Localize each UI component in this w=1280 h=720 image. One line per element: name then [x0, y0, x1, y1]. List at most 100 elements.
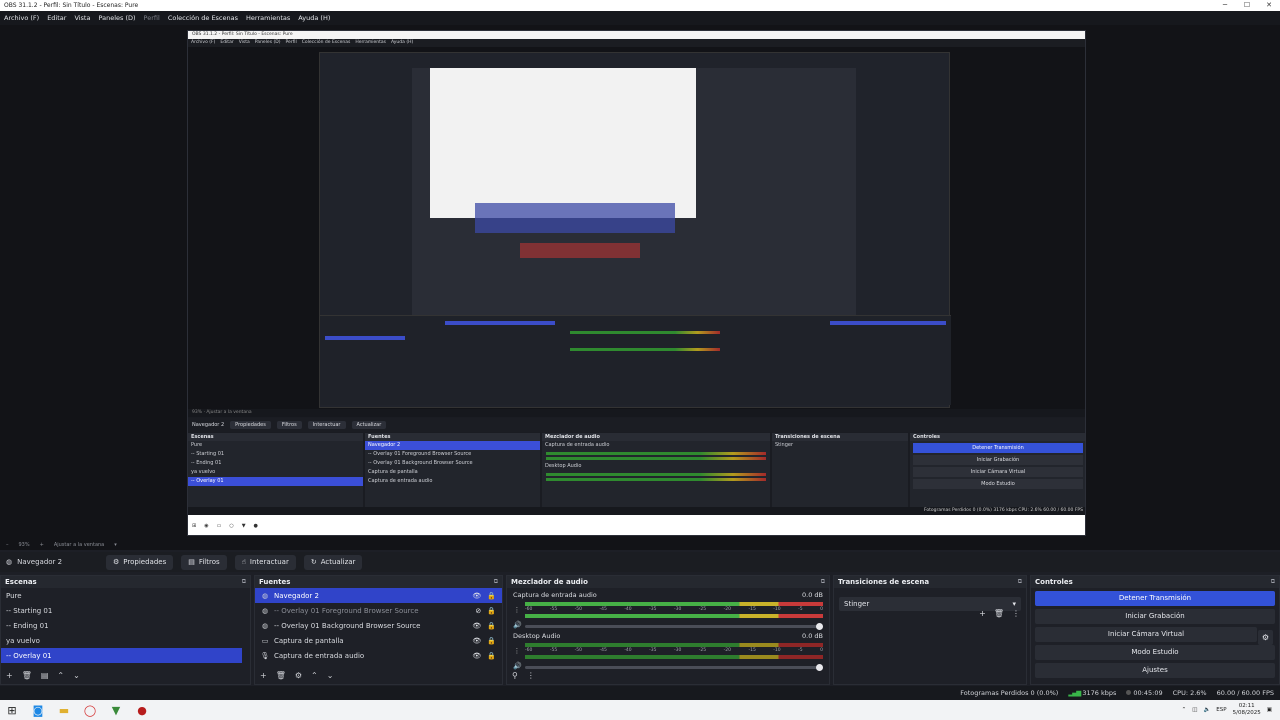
arrow-down-icon[interactable]: ⌄: [73, 671, 80, 680]
nested-toolbar: Navegador 2 Propiedades Filtros Interact…: [188, 418, 1085, 432]
eye-icon[interactable]: 👁: [472, 622, 481, 630]
link-icon[interactable]: ⚲: [512, 671, 518, 680]
scene-item[interactable]: Pure: [1, 588, 250, 603]
speaker-icon[interactable]: 🔈: [1203, 707, 1210, 713]
lock-icon[interactable]: 🔒: [487, 592, 496, 600]
source-item-selected[interactable]: ◍ Navegador 2 👁 🔒: [255, 588, 502, 603]
properties-button[interactable]: ⚙ Propiedades: [106, 554, 174, 570]
kebab-menu-icon[interactable]: ⋮: [1012, 609, 1020, 618]
chevron-up-icon[interactable]: ⌃: [1182, 707, 1187, 713]
nested-btn: Interactuar: [307, 421, 346, 429]
scene-item[interactable]: ya vuelvo: [1, 633, 250, 648]
volume-slider[interactable]: [525, 664, 823, 671]
recursion-docks: [320, 315, 951, 405]
zoom-value[interactable]: 93%: [19, 542, 30, 548]
studio-mode-button[interactable]: Modo Estudio: [1035, 645, 1275, 660]
zoom-fit-label[interactable]: Ajustar a la ventana: [54, 542, 104, 548]
mixer-footer: ⚲ ⋮: [507, 668, 535, 682]
filters-button[interactable]: ▤ Filtros: [181, 554, 227, 570]
scene-item[interactable]: -- Starting 01: [1, 603, 250, 618]
popout-icon[interactable]: ⧉: [494, 578, 498, 586]
source-item[interactable]: ▭ Captura de pantalla 👁 🔒: [255, 633, 502, 648]
menu-archivo[interactable]: Archivo (F): [4, 14, 39, 22]
trash-icon[interactable]: 🗑: [994, 609, 1004, 618]
zoom-dropdown-icon[interactable]: ▾: [114, 542, 117, 548]
add-icon[interactable]: +: [260, 671, 267, 680]
menu-coleccion-escenas[interactable]: Colección de Escenas: [168, 14, 238, 22]
source-item[interactable]: ◍ -- Overlay 01 Foreground Browser Sourc…: [255, 603, 502, 618]
scenes-dock: Escenas ⧉ Pure -- Starting 01 -- Ending 0…: [0, 575, 251, 685]
menu-perfil[interactable]: Perfil: [144, 14, 160, 22]
eye-icon[interactable]: 👁: [472, 652, 481, 660]
trash-icon[interactable]: 🗑: [22, 671, 32, 680]
zoom-plus[interactable]: +: [40, 542, 44, 548]
maximize-button[interactable]: ☐: [1236, 0, 1258, 11]
nvidia-icon[interactable]: ▼: [109, 703, 123, 717]
globe-icon: ◍: [6, 558, 13, 566]
refresh-icon: ↻: [310, 558, 317, 566]
source-label: -- Overlay 01 Background Browser Source: [274, 621, 421, 630]
eye-icon[interactable]: 👁: [472, 637, 481, 645]
add-icon[interactable]: +: [979, 609, 986, 618]
eye-hidden-icon[interactable]: ⊘: [475, 607, 481, 615]
transitions-header: Transiciones de escena ⧉: [834, 576, 1026, 588]
gear-icon[interactable]: ⚙: [295, 671, 302, 680]
popout-icon[interactable]: ⧉: [821, 578, 825, 586]
lock-icon[interactable]: 🔒: [487, 652, 496, 660]
notification-icon[interactable]: ▣: [1267, 707, 1272, 713]
recursion-layer: [520, 243, 640, 258]
source-item[interactable]: ◍ -- Overlay 01 Background Browser Sourc…: [255, 618, 502, 633]
windows-start-icon[interactable]: ⊞: [5, 703, 19, 717]
kebab-menu-icon[interactable]: ⋮: [527, 671, 535, 680]
meter-bar: [525, 614, 823, 618]
menu-vista[interactable]: Vista: [74, 14, 90, 22]
filters-label: Filtros: [198, 558, 220, 566]
speaker-icon[interactable]: 🔊: [513, 621, 522, 629]
popout-icon[interactable]: ⧉: [1018, 578, 1022, 586]
lock-icon[interactable]: 🔒: [487, 607, 496, 615]
outlook-icon[interactable]: ◙: [31, 703, 45, 717]
opera-icon[interactable]: ◯: [83, 703, 97, 717]
clock[interactable]: 02:11 5/08/2025: [1233, 703, 1261, 717]
nested-taskbar: ⊞ ◉ ▭ ○ ▼ ●: [188, 515, 1085, 535]
popout-icon[interactable]: ⧉: [1271, 578, 1275, 586]
lock-icon[interactable]: 🔒: [487, 622, 496, 630]
volume-slider[interactable]: [525, 623, 823, 630]
lock-icon[interactable]: 🔒: [487, 637, 496, 645]
slider-knob[interactable]: [816, 664, 823, 671]
kebab-menu-icon[interactable]: ⋮: [513, 606, 521, 614]
source-item[interactable]: 🎙 Captura de entrada audio 👁 🔒: [255, 648, 502, 663]
start-recording-button[interactable]: Iniciar Grabación: [1035, 609, 1275, 624]
virtual-camera-gear-icon[interactable]: ⚙: [1258, 630, 1273, 645]
filter-icon[interactable]: ▤: [41, 671, 49, 680]
stop-stream-button[interactable]: Detener Transmisión: [1035, 591, 1275, 606]
arrow-up-icon[interactable]: ⌃: [311, 671, 318, 680]
language-indicator[interactable]: ESP: [1216, 707, 1226, 713]
scene-item-selected[interactable]: -- Overlay 01: [1, 648, 242, 663]
trash-icon[interactable]: 🗑: [276, 671, 286, 680]
popout-icon[interactable]: ⧉: [242, 578, 246, 586]
cpu-usage: CPU: 2.6%: [1172, 689, 1207, 697]
menu-herramientas[interactable]: Herramientas: [246, 14, 290, 22]
nested-controls: Controles Detener Transmisión Iniciar Gr…: [910, 433, 1085, 513]
preview-canvas[interactable]: OBS 31.1.2 - Perfil: Sin Título - Escena…: [0, 25, 1280, 540]
kebab-menu-icon[interactable]: ⋮: [513, 647, 521, 655]
arrow-down-icon[interactable]: ⌄: [327, 671, 334, 680]
menu-editar[interactable]: Editar: [47, 14, 66, 22]
menu-paneles[interactable]: Paneles (D): [98, 14, 135, 22]
close-button[interactable]: ✕: [1258, 0, 1280, 11]
folder-icon[interactable]: ▬: [57, 703, 71, 717]
refresh-button[interactable]: ↻ Actualizar: [303, 554, 363, 570]
arrow-up-icon[interactable]: ⌃: [57, 671, 64, 680]
menu-bar: Archivo (F) Editar Vista Paneles (D) Per…: [0, 11, 1280, 25]
settings-button[interactable]: Ajustes: [1035, 663, 1275, 678]
network-icon[interactable]: ◫: [1192, 707, 1197, 713]
obs-icon[interactable]: ●: [135, 703, 149, 717]
minimize-button[interactable]: ─: [1214, 0, 1236, 11]
start-virtual-camera-button[interactable]: Iniciar Cámara Virtual: [1035, 627, 1257, 642]
add-icon[interactable]: +: [6, 671, 13, 680]
scene-item[interactable]: -- Ending 01: [1, 618, 250, 633]
eye-icon[interactable]: 👁: [472, 592, 481, 600]
menu-ayuda[interactable]: Ayuda (H): [298, 14, 330, 22]
interact-button[interactable]: ☝ Interactuar: [234, 554, 296, 570]
